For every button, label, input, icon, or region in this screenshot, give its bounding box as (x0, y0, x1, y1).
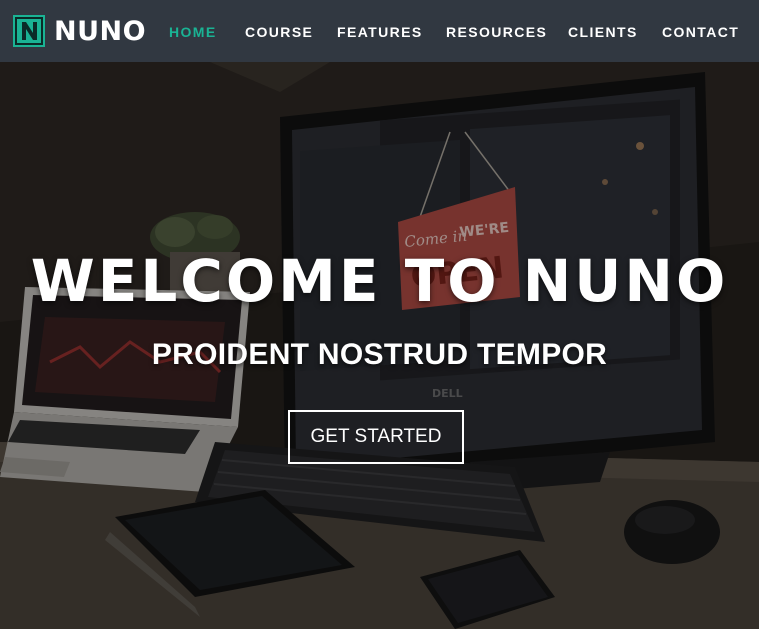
nav-features[interactable]: FEATURES (337, 24, 423, 40)
get-started-button[interactable]: GET STARTED (288, 410, 464, 464)
nav-contact[interactable]: CONTACT (662, 24, 739, 40)
nav-clients[interactable]: CLIENTS (568, 24, 638, 40)
brand-name: NUNO (54, 15, 147, 47)
hero-section: Come in WE'RE OPEN DELL WELCOME TO NUNO … (0, 62, 759, 629)
brand-home-link[interactable]: NUNO (13, 15, 146, 47)
nav-home[interactable]: HOME (169, 24, 217, 40)
hero-subtitle: PROIDENT NOSTRUD TEMPOR (151, 338, 608, 371)
top-navbar: NUNO HOME COURSE FEATURES RESOURCES CLIE… (0, 0, 759, 62)
nav-resources[interactable]: RESOURCES (446, 24, 547, 40)
hero-title: WELCOME TO NUNO (30, 247, 729, 315)
n-logo-icon (13, 15, 45, 47)
nav-course[interactable]: COURSE (245, 24, 313, 40)
